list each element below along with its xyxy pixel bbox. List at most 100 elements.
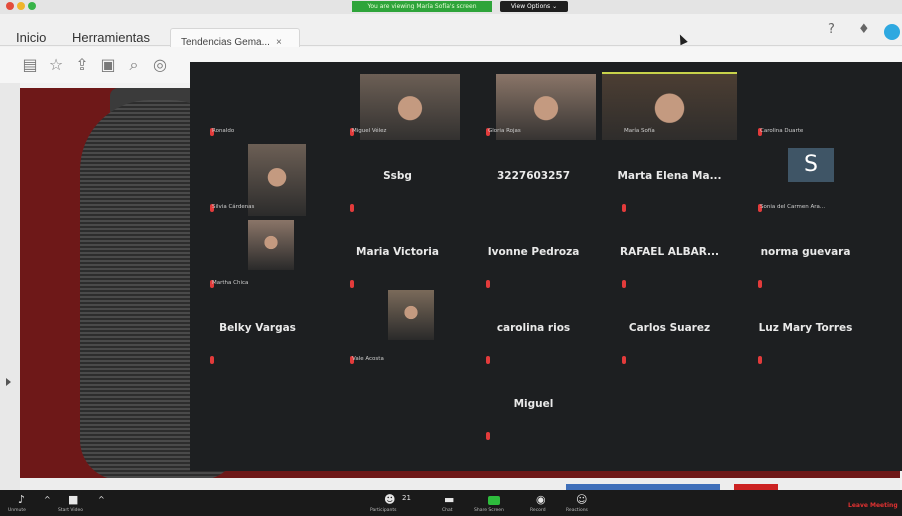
participant-label: Sonia del Carmen Ara... [760, 204, 826, 210]
participant-face [388, 290, 434, 340]
mic-icon[interactable]: ♪ [18, 494, 25, 506]
participant-tile[interactable]: RAFAEL ALBAR... [602, 214, 737, 292]
participant-name: Ssbg [383, 170, 412, 182]
star-icon[interactable]: ☆ [46, 55, 66, 75]
participant-video [248, 220, 294, 270]
participant-label: María Sofía [624, 128, 655, 134]
participant-tile[interactable] [602, 366, 737, 444]
muted-mic-icon [622, 204, 626, 212]
screen: You are viewing María Sofía's screen Vie… [0, 0, 902, 516]
help-icon[interactable]: ? [828, 22, 835, 38]
upload-icon[interactable]: ⇪ [72, 55, 92, 75]
muted-mic-icon [622, 356, 626, 364]
participant-tile[interactable]: Martha Chica [190, 214, 325, 292]
participant-tile[interactable]: norma guevara [738, 214, 873, 292]
participant-tile[interactable]: Maria Victoria [330, 214, 465, 292]
close-window-icon[interactable] [6, 2, 14, 10]
participant-tile[interactable]: Ssbg [330, 138, 465, 216]
print-icon[interactable]: ▣ [98, 55, 118, 75]
participant-name: Marta Elena Ma... [617, 170, 722, 182]
participant-label: Miguel Vélez [352, 128, 387, 134]
view-options-button[interactable]: View Options ⌄ [500, 1, 568, 12]
save-icon[interactable]: ▤ [20, 55, 40, 75]
muted-mic-icon [486, 356, 490, 364]
muted-mic-icon [622, 280, 626, 288]
participant-tile[interactable]: Carlos Suarez [602, 290, 737, 368]
participant-name: carolina rios [496, 322, 571, 334]
participant-tile[interactable]: Luz Mary Torres [738, 290, 873, 368]
participant-tile[interactable] [330, 366, 465, 444]
participants-count: 21 [402, 494, 411, 502]
participant-name: Maria Victoria [356, 246, 439, 258]
sidebar-collapsed [0, 83, 20, 490]
participant-name: norma guevara [760, 246, 851, 258]
participant-tile[interactable]: Belky Vargas [190, 290, 325, 368]
zoom-window-icon[interactable] [28, 2, 36, 10]
share-screen-button[interactable] [488, 496, 500, 505]
meeting-controls: ♪ Unmute ^ ■ Start Video ^ ☻ 21 Particip… [0, 490, 902, 516]
participant-name: Miguel [513, 398, 554, 410]
chat-icon[interactable]: ▬ [444, 494, 454, 506]
participant-label: Gloria Rojas [488, 128, 521, 134]
participant-name: Belky Vargas [219, 322, 296, 334]
participant-tile[interactable]: Miguel Vélez [330, 62, 465, 140]
participant-tile[interactable]: Ronaldo [190, 62, 325, 140]
expand-sidebar-icon[interactable] [6, 378, 11, 386]
participant-tile[interactable]: Miguel [466, 366, 601, 444]
participant-tile[interactable]: S Sonia del Carmen Ara... [738, 138, 873, 216]
menu-herramientas[interactable]: Herramientas [72, 30, 150, 45]
record-icon[interactable]: ◉ [536, 494, 546, 506]
participant-name: Ivonne Pedroza [487, 246, 580, 258]
muted-mic-icon [350, 204, 354, 212]
participant-tile[interactable]: carolina rios [466, 290, 601, 368]
participant-name: Luz Mary Torres [758, 322, 853, 334]
muted-mic-icon [210, 356, 214, 364]
participant-label: Carolina Duarte [760, 128, 804, 134]
video-options-icon[interactable]: ^ [98, 494, 105, 506]
participant-tile[interactable]: Marta Elena Ma... [602, 138, 737, 216]
muted-mic-icon [350, 280, 354, 288]
search-icon[interactable]: ⌕ [124, 55, 144, 75]
participant-label: Silvia Cárdenas [212, 204, 255, 210]
audio-options-icon[interactable]: ^ [44, 494, 51, 506]
participant-tile[interactable]: Vale Acosta [330, 290, 465, 368]
participant-avatar: S [788, 148, 834, 182]
participant-tile[interactable] [738, 366, 873, 444]
bell-icon[interactable]: ♦ [858, 22, 870, 38]
record-label: Record [530, 508, 546, 513]
participant-tile[interactable]: 3227603257 [466, 138, 601, 216]
participant-name: 3227603257 [496, 170, 571, 182]
participant-face [602, 74, 737, 140]
video-camera-icon[interactable]: ■ [68, 494, 78, 506]
gallery-view: Ronaldo Miguel Vélez Gloria Rojas María Sof… [190, 62, 902, 471]
minimize-window-icon[interactable] [17, 2, 25, 10]
participants-icon[interactable]: ☻ [384, 494, 395, 506]
participant-name: RAFAEL ALBAR... [619, 246, 720, 258]
participant-tile[interactable]: Silvia Cárdenas [190, 138, 325, 216]
muted-mic-icon [758, 280, 762, 288]
muted-mic-icon [486, 432, 490, 440]
participant-label: Ronaldo [212, 128, 235, 134]
window-titlebar: You are viewing María Sofía's screen Vie… [0, 0, 902, 14]
participant-tile[interactable]: Ivonne Pedroza [466, 214, 601, 292]
participant-video [248, 144, 306, 216]
participant-video [388, 290, 434, 340]
participant-label: Martha Chica [212, 280, 249, 286]
muted-mic-icon [486, 280, 490, 288]
unmute-label: Unmute [8, 508, 26, 513]
participant-tile[interactable]: María Sofía [602, 62, 737, 140]
menu-inicio[interactable]: Inicio [16, 30, 46, 45]
muted-mic-icon [758, 356, 762, 364]
chat-label: Chat [442, 508, 453, 513]
reactions-label: Reactions [566, 508, 588, 513]
participant-tile[interactable] [190, 366, 325, 444]
user-avatar[interactable] [884, 24, 900, 40]
leave-meeting-button[interactable]: Leave Meeting [848, 502, 898, 509]
zoom-icon[interactable]: ◎ [150, 55, 170, 75]
screen-share-banner: You are viewing María Sofía's screen [352, 1, 492, 12]
participant-tile[interactable]: Carolina Duarte [738, 62, 873, 140]
participants-label: Participants [370, 508, 397, 513]
participant-tile[interactable]: Gloria Rojas [466, 62, 601, 140]
reactions-icon[interactable]: ☺ [576, 494, 587, 506]
start-video-label: Start Video [58, 508, 84, 513]
